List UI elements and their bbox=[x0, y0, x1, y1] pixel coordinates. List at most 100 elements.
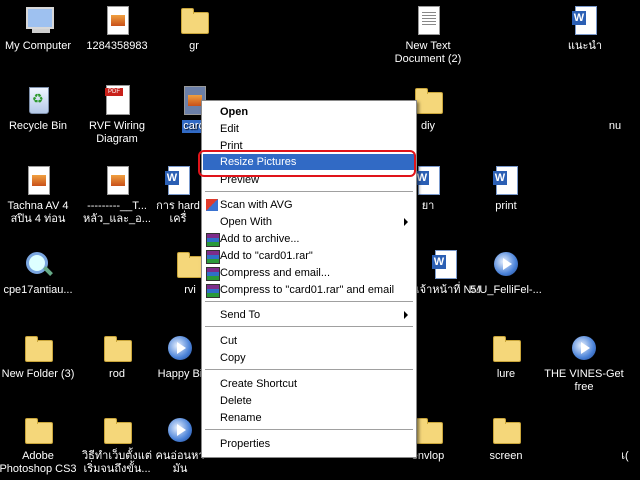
icon-label: New Folder (3) bbox=[1, 368, 75, 380]
menu-item-compress-email[interactable]: Compress and email... bbox=[203, 265, 415, 281]
submenu-arrow-icon bbox=[404, 218, 408, 226]
desktop-icon-rvf-wiring[interactable]: PDF RVF Wiring Diagram bbox=[77, 84, 157, 146]
desktop-icon-nu[interactable]: nu bbox=[590, 84, 640, 133]
icon-label: Adobe Photoshop CS3 bbox=[0, 450, 77, 475]
word-document-icon: W bbox=[572, 6, 597, 35]
icon-label: 1284358983 bbox=[86, 40, 148, 52]
desktop-icon-lure[interactable]: lure bbox=[466, 332, 546, 381]
icon-label: screen bbox=[489, 450, 523, 462]
recycle-bin-icon bbox=[29, 87, 49, 114]
menu-item-label: Add to archive... bbox=[220, 233, 300, 245]
image-file-icon bbox=[28, 166, 50, 195]
winrar-icon bbox=[206, 233, 220, 247]
pdf-file-icon: PDF bbox=[105, 85, 130, 115]
media-file-icon bbox=[168, 418, 192, 442]
submenu-arrow-icon bbox=[404, 311, 408, 319]
word-document-icon: W bbox=[415, 166, 440, 195]
icon-label: เ( bbox=[621, 450, 629, 462]
menu-item-scan-avg[interactable]: Scan with AVG bbox=[203, 197, 415, 213]
menu-item-label: Open With bbox=[220, 216, 272, 228]
folder-icon bbox=[104, 336, 132, 362]
menu-item-add-rar[interactable]: Add to "card01.rar" bbox=[203, 248, 415, 264]
folder-icon bbox=[493, 336, 521, 362]
desktop-icon-my-computer[interactable]: My Computer bbox=[0, 4, 78, 53]
desktop-icon-new-folder-3[interactable]: New Folder (3) bbox=[0, 332, 78, 381]
folder-icon bbox=[25, 336, 53, 362]
icon-label: gr bbox=[189, 40, 199, 52]
icon-label: THE VINES-Get free bbox=[544, 368, 624, 393]
folder-icon bbox=[415, 418, 443, 444]
icon-label: คนอ่อนหา มัน bbox=[155, 450, 205, 475]
menu-item-label: Compress and email... bbox=[220, 267, 331, 279]
menu-item-cut[interactable]: Cut bbox=[203, 333, 415, 349]
desktop-icon-gr[interactable]: gr bbox=[154, 4, 234, 53]
avg-icon bbox=[206, 199, 218, 211]
desktop-icon-fellifel[interactable]: 5.U_FelliFel-... bbox=[466, 248, 546, 297]
media-file-icon bbox=[572, 336, 596, 360]
icon-label: การ hard เครื่ bbox=[156, 200, 200, 225]
annotation-highlight-ring bbox=[198, 150, 416, 177]
icon-label: RVF Wiring Diagram bbox=[88, 120, 146, 145]
word-document-icon: W bbox=[493, 166, 518, 195]
menu-item-open[interactable]: Open bbox=[203, 104, 415, 120]
menu-separator bbox=[205, 429, 413, 430]
text-document-icon bbox=[418, 6, 440, 35]
desktop-icon-vines[interactable]: THE VINES-Get free bbox=[544, 332, 624, 394]
menu-item-add-archive[interactable]: Add to archive... bbox=[203, 231, 415, 247]
menu-item-compress-rar-email[interactable]: Compress to "card01.rar" and email bbox=[203, 282, 415, 298]
menu-item-create-shortcut[interactable]: Create Shortcut bbox=[203, 376, 415, 392]
desktop-icon-edge-right[interactable]: เ( bbox=[610, 414, 640, 463]
desktop-icon-recycle-bin[interactable]: Recycle Bin bbox=[0, 84, 78, 133]
icon-label: nu bbox=[608, 120, 622, 132]
menu-item-edit[interactable]: Edit bbox=[203, 121, 415, 137]
menu-item-properties[interactable]: Properties bbox=[203, 436, 415, 452]
menu-item-label: Scan with AVG bbox=[220, 199, 293, 211]
desktop-icon-1284358983[interactable]: 1284358983 bbox=[77, 4, 157, 53]
magnifier-icon bbox=[26, 252, 48, 274]
desktop-icon-thai-ni[interactable]: คนอ่อนหา มัน bbox=[152, 414, 208, 476]
icon-label: แนะนำ bbox=[567, 40, 603, 52]
icon-label: New Text Document (2) bbox=[394, 40, 462, 65]
desktop-icon-print[interactable]: W print bbox=[466, 164, 546, 213]
icon-label: print bbox=[495, 200, 517, 212]
icon-label: วิธีทำเว็บตั้งแต่ เริ่มจนถึงขั้น... bbox=[82, 450, 152, 475]
menu-separator bbox=[205, 326, 413, 327]
media-file-icon bbox=[168, 336, 192, 360]
desktop-icon-thai-win[interactable]: วิธีทำเว็บตั้งแต่ เริ่มจนถึงขั้น... bbox=[77, 414, 157, 476]
desktop-icon-adobe[interactable]: Adobe Photoshop CS3 bbox=[0, 414, 78, 476]
desktop-icon-naenam[interactable]: W แนะนำ bbox=[545, 4, 625, 53]
folder-icon bbox=[493, 418, 521, 444]
menu-item-label: Compress to "card01.rar" and email bbox=[220, 284, 395, 296]
menu-item-rename[interactable]: Rename bbox=[203, 410, 415, 426]
menu-item-send-to[interactable]: Send To bbox=[203, 307, 415, 323]
menu-item-delete[interactable]: Delete bbox=[203, 393, 415, 409]
winrar-icon bbox=[206, 250, 220, 264]
menu-item-copy[interactable]: Copy bbox=[203, 350, 415, 366]
desktop-icon-rod[interactable]: rod bbox=[77, 332, 157, 381]
media-file-icon bbox=[494, 252, 518, 276]
menu-separator bbox=[205, 191, 413, 192]
icon-label: Happy Bi bbox=[157, 368, 203, 380]
icon-label: cpe17antiau... bbox=[3, 284, 73, 296]
menu-item-label: Send To bbox=[220, 309, 261, 321]
menu-item-label: Add to "card01.rar" bbox=[220, 250, 313, 262]
computer-icon bbox=[26, 7, 54, 33]
desktop-icon-tachna[interactable]: Tachna AV 4 สปิน 4 ท่อน bbox=[0, 164, 78, 226]
winrar-icon bbox=[206, 267, 220, 281]
icon-label: Recycle Bin bbox=[8, 120, 68, 132]
word-document-icon: W bbox=[432, 250, 457, 279]
icon-label: lure bbox=[496, 368, 516, 380]
desktop-icon-happy[interactable]: Happy Bi bbox=[152, 332, 208, 381]
menu-separator bbox=[205, 369, 413, 370]
desktop-icon-dashes[interactable]: ---------__T... หลัว_และ_อ... bbox=[77, 164, 157, 226]
icon-label: Tachna AV 4 สปิน 4 ท่อน bbox=[7, 200, 69, 225]
folder-icon bbox=[415, 88, 443, 114]
desktop-icon-cpe[interactable]: cpe17antiau... bbox=[0, 248, 78, 297]
icon-label: ---------__T... หลัว_และ_อ... bbox=[83, 200, 151, 225]
image-file-icon bbox=[107, 166, 129, 195]
desktop-icon-new-text[interactable]: New Text Document (2) bbox=[388, 4, 468, 66]
menu-item-open-with[interactable]: Open With bbox=[203, 214, 415, 230]
desktop-icon-screen[interactable]: screen bbox=[466, 414, 546, 463]
icon-label: My Computer bbox=[4, 40, 72, 52]
folder-icon bbox=[25, 418, 53, 444]
